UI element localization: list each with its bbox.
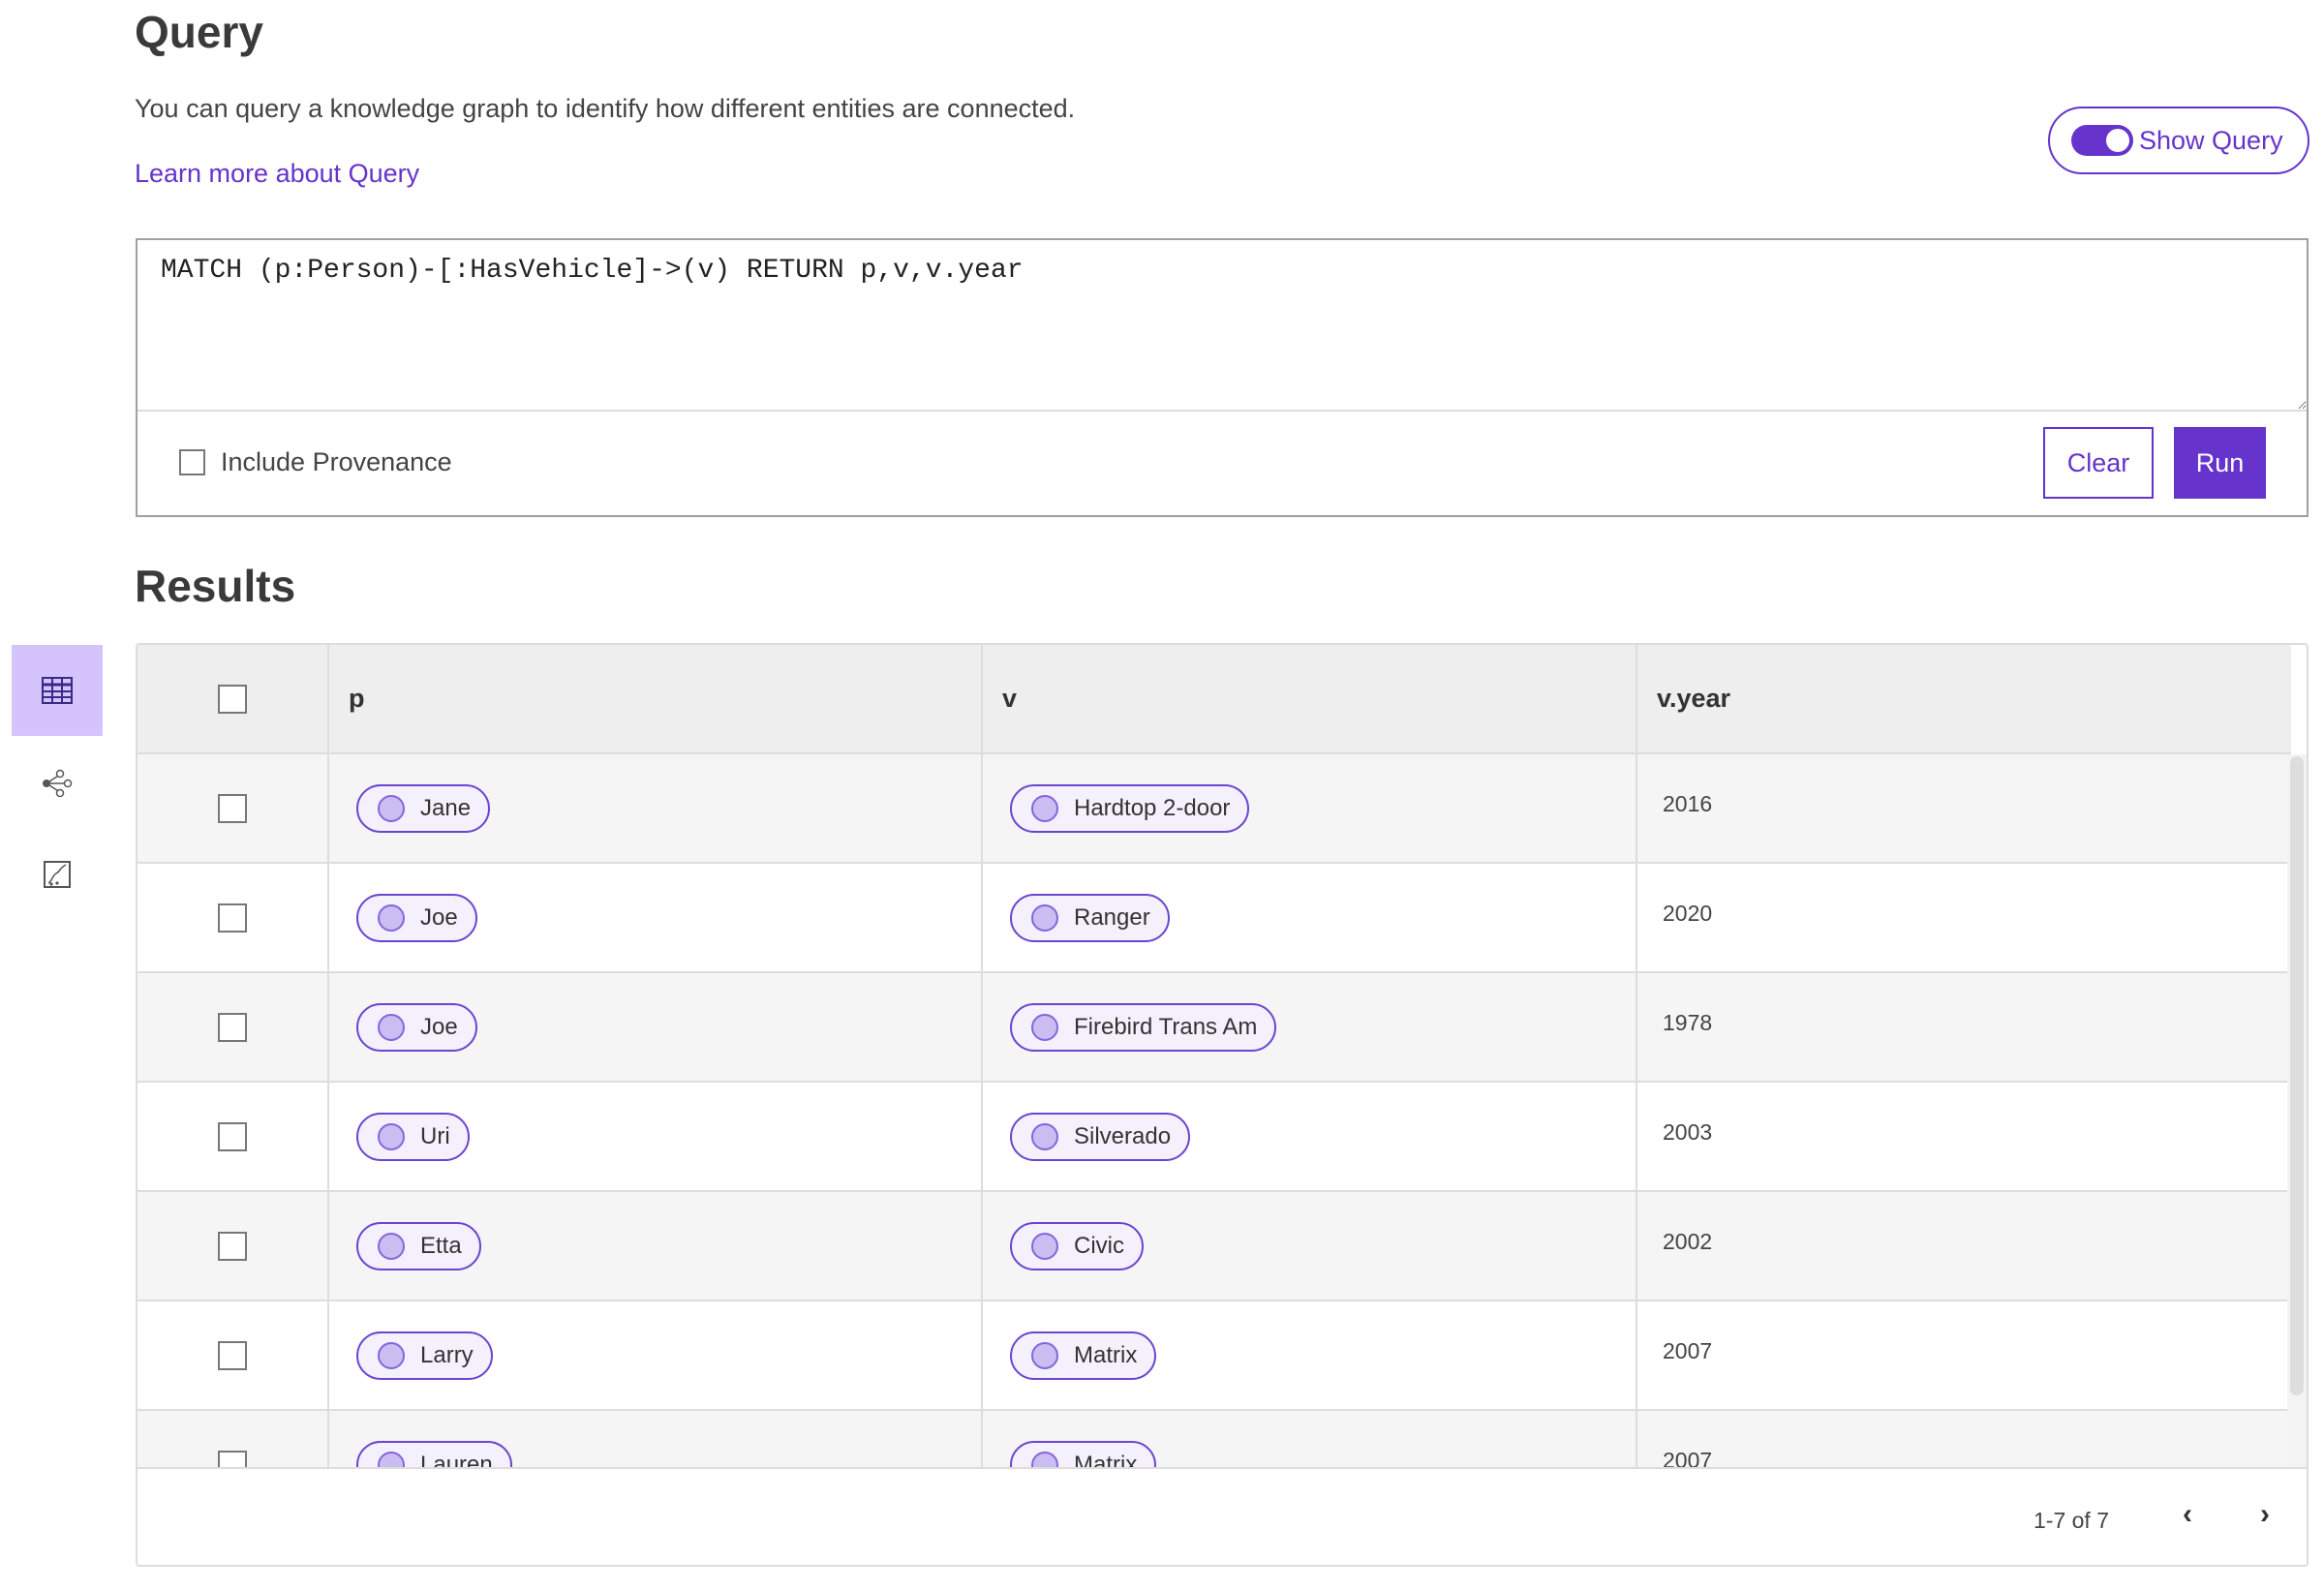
page-title: Query — [135, 7, 263, 57]
table-row[interactable]: Joe Firebird Trans Am 1978 — [138, 973, 2291, 1083]
chip-label: Ranger — [1074, 903, 1150, 931]
table-row[interactable]: Uri Silverado 2003 — [138, 1083, 2291, 1192]
year-value: 2020 — [1663, 901, 1713, 926]
column-header-v-year[interactable]: v.year — [1637, 684, 1730, 714]
node-circle-icon — [1031, 1122, 1058, 1150]
node-circle-icon — [1031, 1232, 1058, 1260]
show-query-toggle[interactable]: Show Query — [2048, 107, 2309, 174]
results-table: p v v.year Jane Hardtop 2-door 2016 Joe Rang… — [136, 643, 2309, 1567]
year-value: 2007 — [1663, 1448, 1713, 1467]
node-circle-icon — [378, 1122, 405, 1150]
year-value: 2003 — [1663, 1119, 1713, 1145]
row-checkbox[interactable] — [218, 793, 247, 823]
table-footer: 1-7 of 7 ‹ › — [138, 1467, 2307, 1565]
node-circle-icon — [378, 1232, 405, 1260]
chip-label: Silverado — [1074, 1122, 1172, 1149]
entity-chip-vehicle[interactable]: Civic — [1010, 1221, 1144, 1270]
toggle-switch[interactable] — [2071, 125, 2133, 156]
include-provenance-checkbox[interactable] — [179, 449, 205, 475]
chevron-right-icon[interactable]: › — [2260, 1498, 2270, 1531]
chip-label: Hardtop 2-door — [1074, 794, 1231, 821]
node-circle-icon — [378, 1341, 405, 1369]
table-row[interactable]: Lauren Matrix 2007 — [138, 1411, 2291, 1467]
chip-label: Firebird Trans Am — [1074, 1013, 1258, 1040]
chip-label: Uri — [420, 1122, 450, 1149]
table-icon — [42, 677, 73, 704]
year-value: 2002 — [1663, 1229, 1713, 1254]
chip-label: Joe — [420, 1013, 458, 1040]
entity-chip-person[interactable]: Etta — [356, 1221, 481, 1270]
select-all-checkbox[interactable] — [218, 684, 247, 714]
chevron-left-icon[interactable]: ‹ — [2183, 1498, 2192, 1531]
chip-label: Etta — [420, 1232, 462, 1259]
row-checkbox[interactable] — [218, 1340, 247, 1370]
graph-icon — [43, 769, 73, 798]
row-checkbox[interactable] — [218, 1121, 247, 1151]
chip-label: Matrix — [1074, 1451, 1138, 1468]
table-row[interactable]: Etta Civic 2002 — [138, 1192, 2291, 1301]
chart-icon — [44, 861, 71, 888]
tab-graph-view[interactable] — [12, 738, 103, 829]
scrollbar-thumb[interactable] — [2290, 756, 2304, 1395]
row-checkbox[interactable] — [218, 903, 247, 933]
chip-label: Jane — [420, 794, 472, 821]
row-checkbox[interactable] — [218, 1231, 247, 1261]
entity-chip-vehicle[interactable]: Matrix — [1010, 1331, 1157, 1380]
chip-label: Civic — [1074, 1232, 1124, 1259]
include-provenance-option[interactable]: Include Provenance — [179, 447, 452, 477]
entity-chip-person[interactable]: Uri — [356, 1112, 470, 1161]
node-circle-icon — [378, 903, 405, 932]
entity-chip-person[interactable]: Lauren — [356, 1440, 512, 1468]
clear-button[interactable]: Clear — [2043, 427, 2154, 499]
entity-chip-vehicle[interactable]: Silverado — [1010, 1112, 1191, 1161]
entity-chip-person[interactable]: Jane — [356, 783, 491, 833]
year-value: 1978 — [1663, 1010, 1713, 1035]
table-row[interactable]: Jane Hardtop 2-door 2016 — [138, 754, 2291, 864]
column-header-p[interactable]: p — [329, 684, 365, 714]
show-query-label: Show Query — [2139, 125, 2283, 155]
query-input[interactable] — [138, 240, 2307, 412]
year-value: 2016 — [1663, 791, 1713, 816]
column-header-v[interactable]: v — [983, 684, 1017, 714]
node-circle-icon — [378, 1013, 405, 1041]
tab-chart-view[interactable] — [12, 829, 103, 920]
query-editor-panel: Include Provenance Clear Run — [136, 238, 2309, 517]
table-scrollbar[interactable] — [2287, 754, 2307, 1467]
include-provenance-label: Include Provenance — [221, 447, 452, 476]
learn-more-link[interactable]: Learn more about Query — [135, 159, 419, 189]
entity-chip-vehicle[interactable]: Hardtop 2-door — [1010, 783, 1250, 833]
pagination-info: 1-7 of 7 — [2034, 1508, 2109, 1533]
chip-label: Matrix — [1074, 1341, 1138, 1368]
page-description: You can query a knowledge graph to ident… — [135, 94, 1076, 123]
table-header: p v v.year — [138, 645, 2291, 754]
chip-label: Lauren — [420, 1451, 493, 1468]
node-circle-icon — [1031, 1451, 1058, 1467]
entity-chip-person[interactable]: Joe — [356, 1002, 477, 1052]
entity-chip-vehicle[interactable]: Ranger — [1010, 893, 1170, 942]
node-circle-icon — [1031, 1013, 1058, 1041]
year-value: 2007 — [1663, 1338, 1713, 1363]
run-button[interactable]: Run — [2174, 427, 2266, 499]
row-checkbox[interactable] — [218, 1012, 247, 1042]
tab-table-view[interactable] — [12, 645, 103, 736]
row-checkbox[interactable] — [218, 1450, 247, 1467]
entity-chip-vehicle[interactable]: Matrix — [1010, 1440, 1157, 1468]
node-circle-icon — [1031, 1341, 1058, 1369]
node-circle-icon — [1031, 903, 1058, 932]
entity-chip-person[interactable]: Joe — [356, 893, 477, 942]
chip-label: Joe — [420, 903, 458, 931]
node-circle-icon — [1031, 794, 1058, 822]
results-title: Results — [135, 561, 296, 611]
entity-chip-vehicle[interactable]: Firebird Trans Am — [1010, 1002, 1277, 1052]
table-body: Jane Hardtop 2-door 2016 Joe Ranger 2020 Joe Fi… — [138, 754, 2291, 1467]
table-row[interactable]: Larry Matrix 2007 — [138, 1301, 2291, 1411]
entity-chip-person[interactable]: Larry — [356, 1331, 493, 1380]
table-row[interactable]: Joe Ranger 2020 — [138, 864, 2291, 973]
node-circle-icon — [378, 794, 405, 822]
chip-label: Larry — [420, 1341, 474, 1368]
node-circle-icon — [378, 1451, 405, 1467]
